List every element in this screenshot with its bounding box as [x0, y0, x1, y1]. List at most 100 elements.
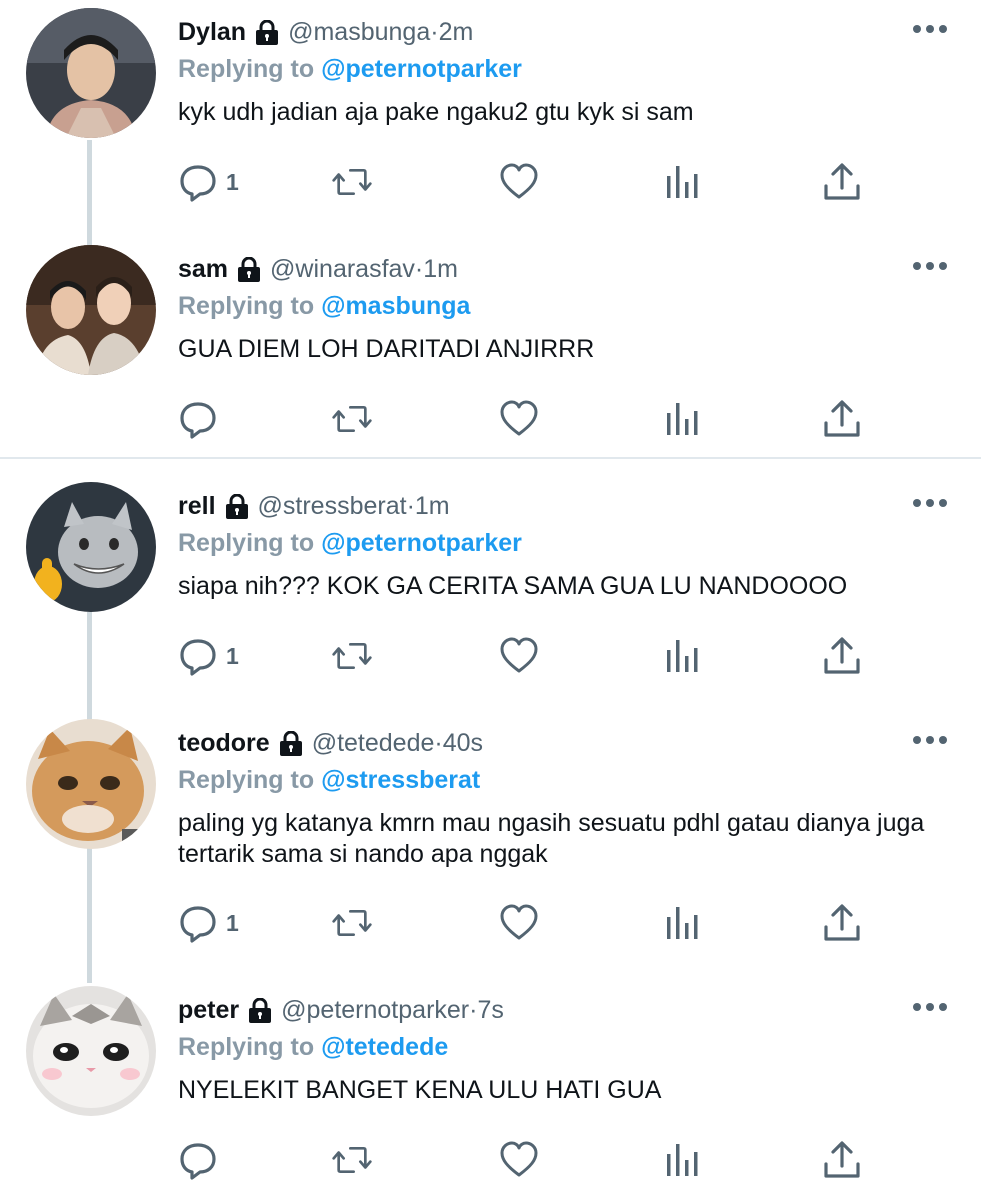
separator: · [469, 996, 478, 1024]
more-icon[interactable] [912, 22, 948, 36]
avatar[interactable] [26, 719, 156, 849]
reply-icon [180, 165, 216, 202]
reply-mention[interactable]: @masbunga [321, 292, 470, 320]
action-bar: 1 [0, 634, 981, 678]
author-name[interactable]: peter [178, 996, 239, 1025]
timestamp[interactable]: 40s [443, 729, 483, 758]
like-button[interactable] [499, 634, 539, 678]
reply-mention[interactable]: @peternotparker [321, 55, 522, 83]
views-button[interactable] [663, 160, 703, 204]
reply-button[interactable] [178, 397, 226, 441]
reply-button[interactable]: 1 [178, 901, 239, 945]
views-button[interactable] [663, 1138, 703, 1182]
tweet-text: siapa nih??? KOK GA CERITA SAMA GUA LU N… [178, 572, 848, 600]
reply-count: 1 [226, 168, 239, 195]
timestamp[interactable]: 1m [415, 492, 450, 521]
avatar[interactable] [26, 8, 156, 138]
more-icon[interactable] [912, 1000, 948, 1014]
reply-button[interactable]: 1 [178, 634, 239, 678]
views-button[interactable] [663, 634, 703, 678]
views-button[interactable] [663, 901, 703, 945]
more-icon[interactable] [912, 259, 948, 273]
like-icon [500, 163, 538, 199]
lock-icon [254, 19, 280, 46]
share-button[interactable] [822, 634, 862, 678]
action-bar [0, 397, 981, 441]
more-icon[interactable] [912, 496, 948, 510]
share-button[interactable] [822, 1138, 862, 1182]
reply-button[interactable]: 1 [178, 160, 239, 204]
like-icon [500, 400, 538, 436]
tweet-header: sam @winarasfav · 1m [178, 255, 458, 284]
action-bar [0, 1138, 981, 1182]
timestamp[interactable]: 2m [439, 18, 474, 47]
replying-to: Replying to @peternotparker [178, 55, 522, 84]
reply-count: 1 [226, 909, 239, 936]
replying-to-prefix: Replying to [178, 1033, 315, 1061]
reply-mention[interactable]: @tetedede [321, 1033, 448, 1061]
share-icon [824, 400, 860, 437]
share-button[interactable] [822, 397, 862, 441]
replying-to: Replying to @peternotparker [178, 529, 522, 558]
avatar[interactable] [26, 482, 156, 612]
timestamp[interactable]: 1m [423, 255, 458, 284]
lock-icon [278, 730, 304, 757]
author-name[interactable]: rell [178, 492, 216, 521]
tweet[interactable]: sam @winarasfav · 1m Replying to @masbun… [0, 237, 981, 457]
author-handle[interactable]: @tetedede [312, 729, 435, 758]
tweet-header: Dylan @masbunga · 2m [178, 18, 473, 47]
reply-count: 1 [226, 642, 239, 669]
share-button[interactable] [822, 160, 862, 204]
retweet-icon [332, 406, 372, 432]
like-button[interactable] [499, 1138, 539, 1182]
reply-icon [180, 906, 216, 943]
tweet-text: GUA DIEM LOH DARITADI ANJIRRR [178, 335, 595, 363]
views-icon [667, 1144, 698, 1176]
tweet-text: NYELEKIT BANGET KENA ULU HATI GUA [178, 1076, 662, 1104]
share-icon [824, 1141, 860, 1178]
tweet[interactable]: peter @peternotparker · 7s Replying to @… [0, 978, 981, 1200]
author-handle[interactable]: @peternotparker [281, 996, 469, 1025]
author-handle[interactable]: @masbunga [288, 18, 430, 47]
reply-mention[interactable]: @peternotparker [321, 529, 522, 557]
author-handle[interactable]: @winarasfav [270, 255, 415, 284]
lock-icon [236, 256, 262, 283]
retweet-button[interactable] [332, 901, 372, 945]
replying-to-prefix: Replying to [178, 55, 315, 83]
author-name[interactable]: Dylan [178, 18, 246, 47]
author-name[interactable]: sam [178, 255, 228, 284]
like-icon [500, 1141, 538, 1177]
tweet-header: rell @stressberat · 1m [178, 492, 450, 521]
thread-divider [0, 457, 981, 459]
timestamp[interactable]: 7s [477, 996, 503, 1025]
reply-icon [180, 1143, 216, 1180]
reply-button[interactable] [178, 1138, 226, 1182]
share-button[interactable] [822, 901, 862, 945]
replying-to-prefix: Replying to [178, 292, 315, 320]
tweet-text: paling yg katanya kmrn mau ngasih sesuat… [178, 809, 925, 868]
retweet-button[interactable] [332, 160, 372, 204]
replying-to: Replying to @stressberat [178, 766, 480, 795]
like-button[interactable] [499, 160, 539, 204]
views-icon [667, 403, 698, 435]
more-icon[interactable] [912, 733, 948, 747]
separator: · [406, 492, 415, 520]
views-button[interactable] [663, 397, 703, 441]
retweet-icon [332, 910, 372, 937]
retweet-button[interactable] [332, 397, 372, 441]
author-name[interactable]: teodore [178, 729, 270, 758]
like-button[interactable] [499, 901, 539, 945]
retweet-button[interactable] [332, 1138, 372, 1182]
tweet[interactable]: Dylan @masbunga · 2m Replying to @petern… [0, 0, 981, 240]
tweet[interactable]: rell @stressberat · 1m Replying to @pete… [0, 474, 981, 714]
tweet[interactable]: teodore @tetedede · 40s Replying to @str… [0, 711, 981, 981]
reply-mention[interactable]: @stressberat [321, 766, 480, 794]
share-icon [824, 163, 860, 200]
tweet-header: peter @peternotparker · 7s [178, 996, 504, 1025]
retweet-button[interactable] [332, 634, 372, 678]
replying-to: Replying to @tetedede [178, 1033, 448, 1062]
avatar[interactable] [26, 245, 156, 375]
like-button[interactable] [499, 397, 539, 441]
author-handle[interactable]: @stressberat [258, 492, 407, 521]
avatar[interactable] [26, 986, 156, 1116]
